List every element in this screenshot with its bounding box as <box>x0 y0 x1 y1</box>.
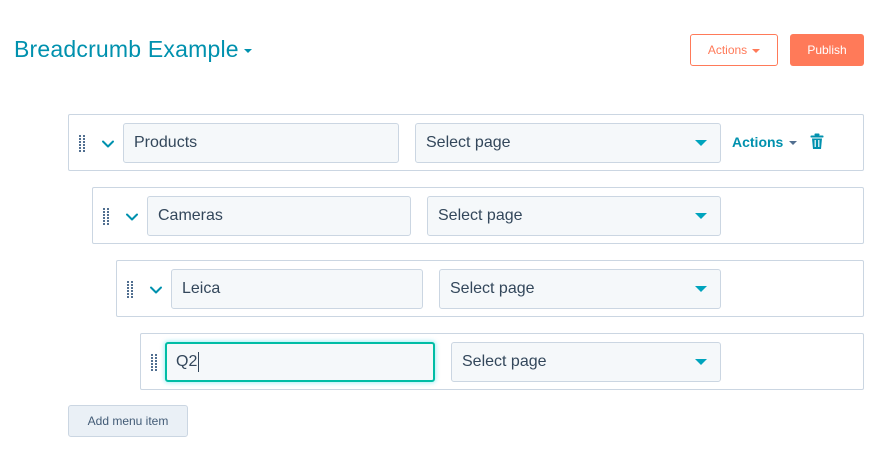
drag-handle-icon[interactable] <box>151 354 157 371</box>
menu-item-row-leica: Leica Select page <box>116 260 864 317</box>
menu-item-name-value: Q2 <box>176 353 198 370</box>
page-select-value: Select page <box>426 134 511 151</box>
menu-item-name-input[interactable]: Cameras <box>147 196 411 236</box>
menu-item-row-cameras: Cameras Select page <box>92 187 864 244</box>
page-select[interactable]: Select page <box>415 123 721 163</box>
page-title-dropdown[interactable]: Breadcrumb Example <box>14 36 252 63</box>
drag-handle-icon[interactable] <box>103 208 109 225</box>
actions-button[interactable]: Actions <box>690 34 778 66</box>
add-menu-item-button[interactable]: Add menu item <box>68 405 188 437</box>
dropdown-arrow-icon <box>695 140 707 146</box>
row-actions-dropdown[interactable]: Actions <box>732 134 798 150</box>
drag-handle-icon[interactable] <box>127 281 133 298</box>
caret-down-icon <box>752 48 761 53</box>
trash-icon[interactable] <box>810 133 824 150</box>
drag-handle-icon[interactable] <box>79 135 85 152</box>
chevron-down-icon[interactable] <box>125 210 139 224</box>
page-select-value: Select page <box>438 207 523 224</box>
text-cursor <box>198 352 200 372</box>
menu-item-name-input[interactable]: Leica <box>171 269 423 309</box>
actions-button-label: Actions <box>707 43 748 57</box>
page-select[interactable]: Select page <box>439 269 721 309</box>
menu-item-name-input[interactable]: Q2 <box>165 342 435 382</box>
row-actions-label: Actions <box>732 134 784 150</box>
page-select-value: Select page <box>462 353 547 370</box>
page-select[interactable]: Select page <box>451 342 721 382</box>
page-title: Breadcrumb Example <box>14 36 239 62</box>
caret-down-icon <box>789 141 798 145</box>
page-select-value: Select page <box>450 280 535 297</box>
dropdown-arrow-icon <box>695 359 707 365</box>
chevron-down-icon[interactable] <box>101 137 115 151</box>
dropdown-arrow-icon <box>695 286 707 292</box>
menu-item-row-q2: Q2 Select page <box>140 333 864 390</box>
publish-button[interactable]: Publish <box>790 34 864 66</box>
dropdown-arrow-icon <box>695 213 707 219</box>
page-select[interactable]: Select page <box>427 196 721 236</box>
menu-item-name-input[interactable]: Products <box>123 123 399 163</box>
caret-down-icon <box>243 48 252 53</box>
menu-item-row-products: Products Select page Actions <box>68 114 864 171</box>
chevron-down-icon[interactable] <box>149 283 163 297</box>
